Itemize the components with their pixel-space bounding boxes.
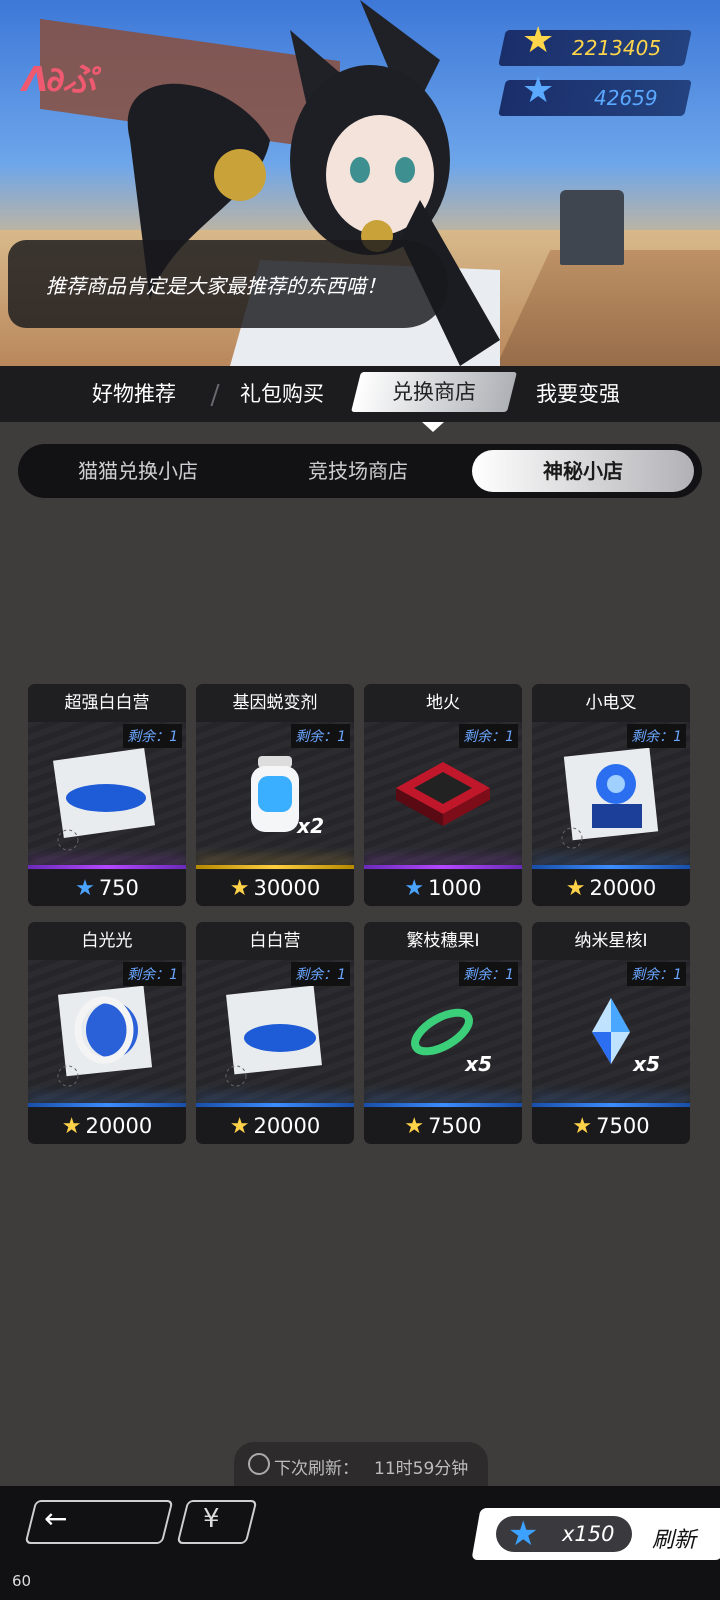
shop-item-card[interactable]: 基因蜕变剂 剩余：1 x2 ★ 30000 [196, 684, 354, 906]
fps-counter: 60 [12, 1572, 32, 1590]
price-value: 7500 [596, 1114, 650, 1138]
price-value: 7500 [428, 1114, 482, 1138]
tab-divider [210, 384, 220, 406]
refresh-cost: ★ x150 [496, 1514, 632, 1554]
speech-text: 推荐商品肯定是大家最推荐的东西喵！ [46, 274, 386, 298]
item-price: ★ 20000 [28, 1108, 186, 1144]
rarity-bar [28, 1103, 186, 1107]
gold-star-icon: ★ [565, 876, 586, 901]
shop-item-card[interactable]: 白白营 剩余：1 ★ 20000 [196, 922, 354, 1144]
item-price: ★ 20000 [196, 1108, 354, 1144]
item-name: 白白营 [196, 922, 354, 960]
gold-star-icon: ★ [61, 1114, 82, 1139]
shop-item-card[interactable]: 白光光 剩余：1 ★ 20000 [28, 922, 186, 1144]
rarity-bar [532, 1103, 690, 1107]
blue-star-icon: ★ [75, 876, 95, 901]
subtab-mystery-shop[interactable]: 神秘小店 [472, 450, 694, 492]
item-name: 白光光 [28, 922, 186, 960]
shop-item-card[interactable]: 纳米星核Ⅰ 剩余：1 x5 ★ 7500 [532, 922, 690, 1144]
shop-item-card[interactable]: 超强白白营 剩余：1 ★ 750 [28, 684, 186, 906]
item-quantity: x5 [465, 1052, 492, 1076]
speech-bubble: 推荐商品肯定是大家最推荐的东西喵！ [8, 240, 448, 328]
price-value: 20000 [85, 1114, 153, 1138]
rarity-bar [532, 865, 690, 869]
item-remaining: 剩余：1 [123, 962, 182, 986]
price-value: 30000 [253, 876, 321, 900]
yen-icon: ¥ [203, 1504, 220, 1534]
item-remaining: 剩余：1 [291, 962, 350, 986]
gold-star-icon: ★ [404, 1114, 425, 1139]
blue-star-icon: ★ [508, 1514, 539, 1554]
train [560, 190, 624, 265]
tab-exchange-shop[interactable]: 兑换商店 [356, 372, 512, 412]
refresh-timer: 下次刷新： 11时59分钟 [234, 1442, 488, 1486]
item-remaining: 剩余：1 [123, 724, 182, 748]
rarity-bar [196, 1103, 354, 1107]
item-name: 超强白白营 [28, 684, 186, 722]
price-value: 20000 [253, 1114, 321, 1138]
bottom-bar: ← ¥ ★ x150 刷新 [0, 1486, 720, 1600]
rarity-bar [196, 865, 354, 869]
item-name: 纳米星核Ⅰ [532, 922, 690, 960]
gold-star-amount: 2213405 [572, 36, 662, 60]
refresh-timer-label: 下次刷新： [274, 1459, 359, 1479]
blue-star-icon: ★ [404, 876, 425, 901]
arrow-left-icon: ← [44, 1502, 68, 1535]
item-remaining: 剩余：1 [459, 724, 518, 748]
tab-gift-pack[interactable]: 礼包购买 [240, 366, 324, 422]
item-quantity: x5 [633, 1052, 660, 1076]
item-price: ★ 30000 [196, 870, 354, 906]
item-name: 地火 [364, 684, 522, 722]
active-tab-caret-icon [422, 422, 444, 432]
tab-get-stronger[interactable]: 我要变强 [536, 366, 620, 422]
gold-star-icon: ★ [572, 1114, 593, 1139]
item-name: 小电叉 [532, 684, 690, 722]
shop-item-card[interactable]: 小电叉 剩余：1 ★ 20000 [532, 684, 690, 906]
subtab-cat-exchange[interactable]: 猫猫兑换小店 [38, 444, 238, 498]
item-price: ★ 7500 [532, 1108, 690, 1144]
item-price: ★ 20000 [532, 870, 690, 906]
gold-star-icon: ★ [229, 876, 250, 901]
shop-item-card[interactable]: 地火 剩余：1 ★ 1000 [364, 684, 522, 906]
item-name: 繁枝穗果Ⅰ [364, 922, 522, 960]
refresh-cost-value: x150 [562, 1522, 615, 1546]
item-price: ★ 750 [28, 870, 186, 906]
rarity-bar [364, 865, 522, 869]
gold-star-icon: ★ [229, 1114, 250, 1139]
rarity-bar [364, 1103, 522, 1107]
item-name: 基因蜕变剂 [196, 684, 354, 722]
sub-tab-bar: 猫猫兑换小店 竞技场商店 神秘小店 [18, 444, 702, 498]
refresh-label: 刷新 [652, 1528, 697, 1553]
gold-star-icon: ★ [522, 20, 555, 61]
refresh-timer-value: 11时59分钟 [374, 1459, 469, 1479]
tab-recommend[interactable]: 好物推荐 [92, 366, 176, 422]
subtab-arena-shop[interactable]: 竞技场商店 [258, 444, 458, 498]
hero-banner: ᐱ∂ぷ ★ 2213405 ★ 42659 推荐商品肯定是大家最推荐的东西喵！ [0, 0, 720, 366]
main-tab-bar: 好物推荐 礼包购买 兑换商店 我要变强 [0, 366, 720, 422]
price-value: 750 [98, 876, 139, 900]
price-value: 1000 [428, 876, 482, 900]
game-logo[interactable]: ᐱ∂ぷ [22, 52, 97, 101]
item-remaining: 剩余：1 [627, 724, 686, 748]
clock-icon [248, 1453, 270, 1475]
item-price: ★ 7500 [364, 1108, 522, 1144]
price-value: 20000 [589, 876, 657, 900]
shop-item-card[interactable]: 繁枝穗果Ⅰ 剩余：1 x5 ★ 7500 [364, 922, 522, 1144]
blue-star-icon: ★ [522, 70, 555, 111]
blue-star-amount: 42659 [594, 86, 658, 110]
item-quantity: x2 [297, 814, 324, 838]
item-remaining: 剩余：1 [627, 962, 686, 986]
item-remaining: 剩余：1 [291, 724, 350, 748]
item-remaining: 剩余：1 [459, 962, 518, 986]
item-price: ★ 1000 [364, 870, 522, 906]
rarity-bar [28, 865, 186, 869]
